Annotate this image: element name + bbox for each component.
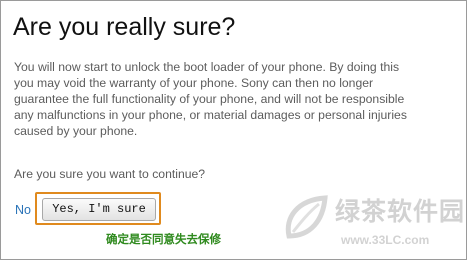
watermark: 绿茶软件园 www.33LC.com <box>279 184 464 256</box>
leaf-logo-icon <box>285 195 328 239</box>
dialog-title: Are you really sure? <box>13 13 236 41</box>
warning-line: any malfunctions in your phone, or mater… <box>14 108 407 122</box>
warning-text: You will now start to unlock the boot lo… <box>14 59 459 139</box>
warning-line: you may void the warranty of your phone.… <box>14 76 374 90</box>
watermark-url: www.33LC.com <box>341 233 430 247</box>
watermark-site-name: 绿茶软件园 <box>335 197 466 226</box>
confirm-question: Are you sure you want to continue? <box>14 167 206 181</box>
annotation-caption: 确定是否同意失去保修 <box>106 232 221 246</box>
yes-im-sure-button[interactable]: Yes, I'm sure <box>42 198 156 221</box>
warning-line: You will now start to unlock the boot lo… <box>14 60 400 74</box>
dialog-panel: Are you really sure? You will now start … <box>0 0 467 260</box>
warning-line: caused by your phone. <box>14 124 138 138</box>
warning-line: guarantee the full functionality of your… <box>14 92 405 106</box>
no-link[interactable]: No <box>15 203 31 217</box>
